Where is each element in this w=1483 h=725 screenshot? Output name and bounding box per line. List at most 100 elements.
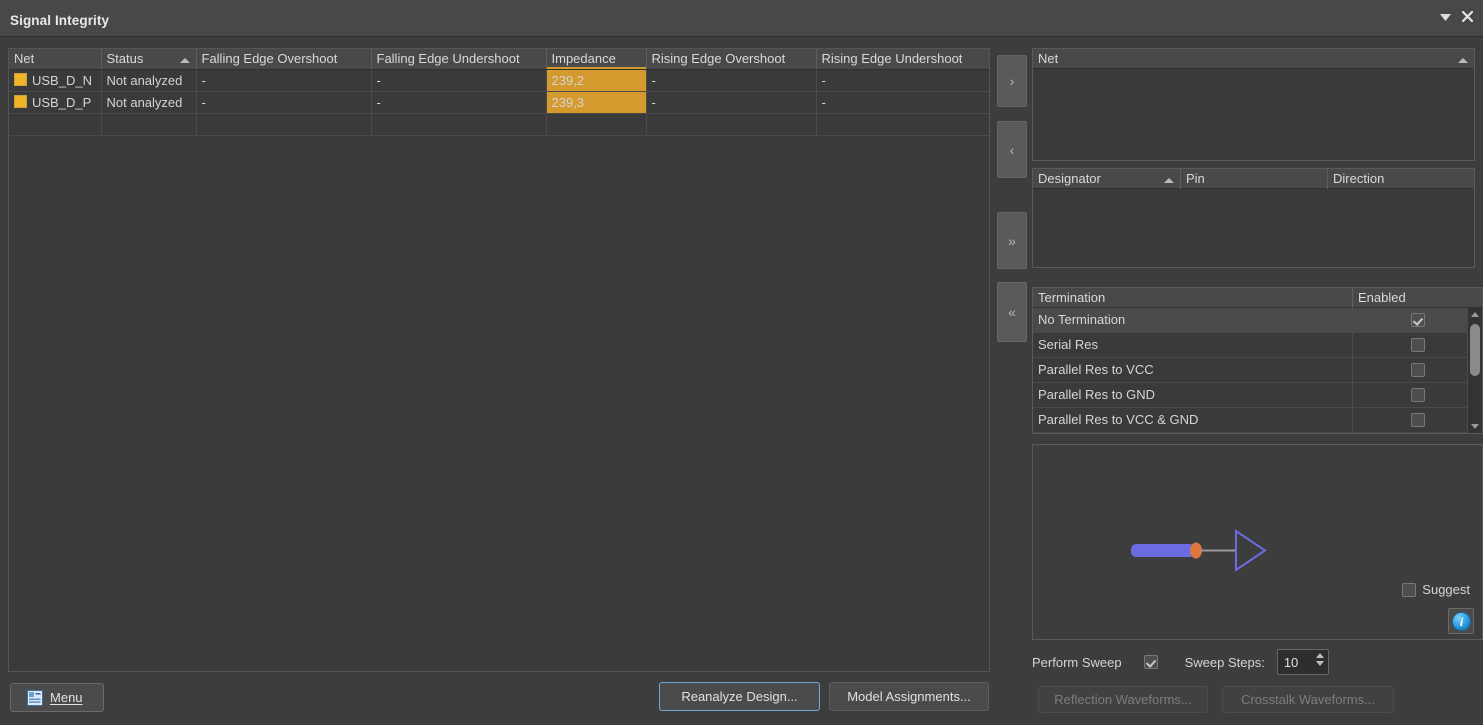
scroll-down-icon[interactable] xyxy=(1468,420,1482,433)
termination-list-header: Termination Enabled xyxy=(1033,288,1482,308)
cell-falling-edge-undershoot: - xyxy=(371,69,547,92)
menu-button[interactable]: Menu xyxy=(10,683,104,712)
suggest-label: Suggest xyxy=(1422,582,1470,597)
cell-impedance: 239,3 xyxy=(546,91,647,114)
table-row[interactable]: USB_D_N Not analyzed - - 239,2 - - xyxy=(9,69,989,92)
column-header-rising-edge-undershoot[interactable]: Rising Edge Undershoot xyxy=(816,49,989,70)
termination-scrollbar[interactable] xyxy=(1467,308,1482,433)
move-all-left-button[interactable]: « xyxy=(997,282,1027,342)
column-header-status-label: Status xyxy=(106,51,144,66)
crosstalk-waveforms-button[interactable]: Crosstalk Waveforms... xyxy=(1222,686,1394,713)
column-header-falling-edge-overshoot[interactable]: Falling Edge Overshoot xyxy=(196,49,372,70)
sort-ascending-icon xyxy=(1164,177,1174,183)
sort-ascending-icon xyxy=(1458,57,1468,63)
termination-row-no-termination[interactable]: No Termination xyxy=(1033,307,1482,333)
scroll-up-icon[interactable] xyxy=(1468,308,1482,321)
pin-list-panel[interactable]: Designator Pin Direction xyxy=(1032,168,1475,268)
column-header-status[interactable]: Status xyxy=(101,49,197,70)
reanalyze-design-button[interactable]: Reanalyze Design... xyxy=(659,682,820,711)
termination-label: No Termination xyxy=(1033,307,1353,333)
termination-label: Parallel Res to VCC xyxy=(1033,357,1353,383)
menu-list-icon xyxy=(27,689,43,706)
move-right-button[interactable]: › xyxy=(997,55,1027,107)
column-header-direction[interactable]: Direction xyxy=(1328,169,1474,189)
pin-list-body[interactable] xyxy=(1033,189,1474,267)
net-list-body[interactable] xyxy=(1033,69,1474,160)
stepper-arrows[interactable] xyxy=(1315,653,1324,666)
signal-integrity-results-table[interactable]: Net Status Falling Edge Overshoot Fallin… xyxy=(8,48,990,672)
termination-label: Parallel Res to GND xyxy=(1033,382,1353,408)
column-header-net[interactable]: Net xyxy=(1033,49,1474,69)
column-header-rising-edge-overshoot[interactable]: Rising Edge Overshoot xyxy=(646,49,817,70)
info-button[interactable]: i xyxy=(1448,608,1474,634)
termination-enabled-checkbox[interactable] xyxy=(1410,363,1425,377)
termination-enabled-cell xyxy=(1353,408,1482,433)
cell-status: Not analyzed xyxy=(101,91,197,114)
sweep-steps-input[interactable] xyxy=(1277,653,1318,671)
cell-status: Not analyzed xyxy=(101,69,197,92)
menu-button-label: Menu xyxy=(50,690,83,705)
cell-rising-edge-overshoot: - xyxy=(646,91,817,114)
move-all-right-button[interactable]: » xyxy=(997,212,1027,269)
termination-enabled-cell xyxy=(1353,308,1482,333)
title-bar: Signal Integrity xyxy=(0,0,1483,37)
net-list-panel[interactable]: Net xyxy=(1032,48,1475,161)
reflection-waveforms-button[interactable]: Reflection Waveforms... xyxy=(1038,686,1208,713)
column-header-pin[interactable]: Pin xyxy=(1181,169,1328,189)
termination-row-parallel-res-gnd[interactable]: Parallel Res to GND xyxy=(1033,382,1482,408)
termination-label: Parallel Res to VCC & GND xyxy=(1033,407,1353,433)
perform-sweep-checkbox[interactable] xyxy=(1143,655,1158,669)
column-header-falling-edge-undershoot[interactable]: Falling Edge Undershoot xyxy=(371,49,547,70)
scrollbar-thumb[interactable] xyxy=(1470,324,1480,376)
column-header-net[interactable]: Net xyxy=(9,49,102,70)
menu-button-label-rest: enu xyxy=(60,690,83,705)
sort-ascending-icon xyxy=(179,58,190,63)
termination-label: Serial Res xyxy=(1033,332,1353,358)
move-left-button[interactable]: ‹ xyxy=(997,121,1027,178)
no-termination-schematic-icon xyxy=(1131,529,1267,572)
column-header-impedance[interactable]: Impedance xyxy=(546,49,647,70)
cell-net: USB_D_N xyxy=(9,69,102,92)
sweep-controls: Perform Sweep Sweep Steps: xyxy=(1032,649,1329,675)
stepper-down-icon[interactable] xyxy=(1315,661,1324,666)
termination-row-parallel-res-vcc-gnd[interactable]: Parallel Res to VCC & GND xyxy=(1033,407,1482,433)
column-header-termination[interactable]: Termination xyxy=(1033,288,1353,308)
column-header-enabled[interactable]: Enabled xyxy=(1353,288,1482,308)
termination-enabled-checkbox[interactable] xyxy=(1410,313,1425,327)
table-header-row: Net Status Falling Edge Overshoot Fallin… xyxy=(9,49,989,70)
column-header-designator-label: Designator xyxy=(1038,170,1101,186)
cell-rising-edge-undershoot: - xyxy=(816,91,989,114)
cell-rising-edge-overshoot: - xyxy=(646,69,817,92)
signal-integrity-panel: Signal Integrity Net Status Falling Edge… xyxy=(0,0,1483,725)
suggest-control[interactable]: Suggest xyxy=(1402,582,1470,597)
pin-list-header: Designator Pin Direction xyxy=(1033,169,1474,189)
termination-enabled-cell xyxy=(1353,333,1482,358)
termination-enabled-checkbox[interactable] xyxy=(1410,338,1425,352)
termination-row-parallel-res-vcc[interactable]: Parallel Res to VCC xyxy=(1033,357,1482,383)
table-row[interactable]: USB_D_P Not analyzed - - 239,3 - - xyxy=(9,91,989,114)
cell-falling-edge-overshoot: - xyxy=(196,91,372,114)
termination-enabled-cell xyxy=(1353,383,1482,408)
sweep-steps-stepper[interactable] xyxy=(1276,649,1329,675)
cell-falling-edge-undershoot: - xyxy=(371,91,547,114)
table-empty-area xyxy=(9,113,989,136)
termination-list-panel[interactable]: Termination Enabled No Termination Seria… xyxy=(1032,287,1483,434)
page-title: Signal Integrity xyxy=(10,13,110,28)
sweep-steps-label: Sweep Steps: xyxy=(1184,654,1265,670)
column-header-designator[interactable]: Designator xyxy=(1033,169,1181,189)
model-assignments-button[interactable]: Model Assignments... xyxy=(829,682,989,711)
stepper-up-icon[interactable] xyxy=(1315,653,1324,658)
perform-sweep-label: Perform Sweep xyxy=(1032,654,1122,670)
termination-enabled-checkbox[interactable] xyxy=(1410,388,1425,402)
suggest-checkbox[interactable] xyxy=(1402,582,1417,597)
net-list-header: Net xyxy=(1033,49,1474,69)
termination-row-serial-res[interactable]: Serial Res xyxy=(1033,332,1482,358)
chevron-down-icon[interactable] xyxy=(1437,10,1453,26)
info-icon: i xyxy=(1451,611,1471,631)
net-color-swatch xyxy=(14,73,27,86)
termination-enabled-checkbox[interactable] xyxy=(1410,413,1425,427)
cell-rising-edge-undershoot: - xyxy=(816,69,989,92)
cell-falling-edge-overshoot: - xyxy=(196,69,372,92)
close-icon[interactable] xyxy=(1459,10,1475,26)
termination-list-body: No Termination Serial Res Parallel Res t… xyxy=(1033,307,1482,433)
